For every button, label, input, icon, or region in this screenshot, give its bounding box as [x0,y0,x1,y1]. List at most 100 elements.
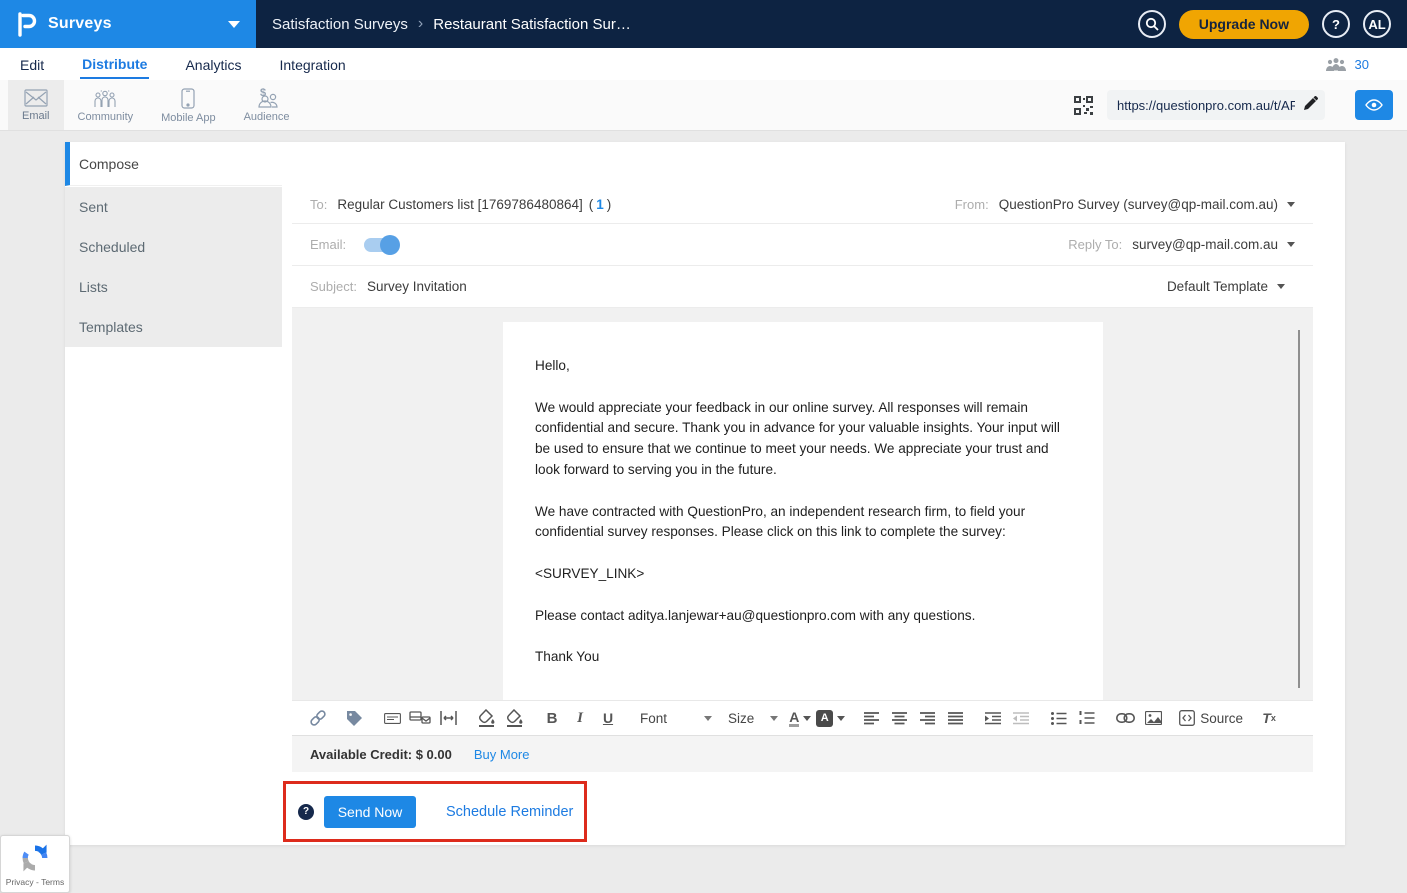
annotation-highlight-box: ? Send Now Schedule Reminder [283,781,587,842]
text-color-icon[interactable]: A [788,705,812,731]
breadcrumb-parent[interactable]: Satisfaction Surveys [272,16,408,33]
editor-scrollbar[interactable] [1298,330,1300,688]
recaptcha-icon [19,842,51,874]
sidebar-item-scheduled[interactable]: Scheduled [65,227,282,267]
schedule-reminder-link[interactable]: Schedule Reminder [446,804,573,820]
merge-tag-icon[interactable] [342,705,366,731]
top-navbar: Surveys Satisfaction Surveys › Restauran… [0,0,1407,48]
brand-label: Surveys [48,15,112,33]
insert-image-icon[interactable] [1141,705,1165,731]
insert-link-icon[interactable] [1113,705,1137,731]
indent-icon[interactable] [981,705,1005,731]
audience-icon: $ [254,88,280,108]
eye-icon [1365,99,1383,111]
breadcrumb-current: Restaurant Satisfaction Sur… [433,16,631,33]
tab-integration[interactable]: Integration [278,51,348,78]
channel-label: Audience [244,111,290,123]
size-label: Size [728,711,754,726]
sidebar-item-sent[interactable]: Sent [65,187,282,227]
email-body-content[interactable]: Hello, We would appreciate your feedback… [503,322,1103,700]
survey-url-input[interactable] [1107,90,1325,120]
to-count[interactable]: 1 [596,197,604,212]
respondents-summary[interactable]: 30 [1325,57,1389,72]
avatar[interactable]: AL [1363,10,1391,38]
edit-url-icon[interactable] [1302,96,1318,117]
subject-value[interactable]: Survey Invitation [367,279,467,294]
template-value: Default Template [1167,279,1268,294]
to-label: To: [310,197,327,212]
full-width-icon[interactable] [436,705,460,731]
caret-down-icon [1277,284,1285,289]
email-toggle-row: Email: Reply To: survey@qp-mail.com.au [292,224,1313,266]
editor-toolbar: B I U Font Size A A [292,700,1313,735]
reply-to-selector[interactable]: Reply To: survey@qp-mail.com.au [1068,237,1295,252]
caret-down-icon [1287,202,1295,207]
caret-down-icon [1287,242,1295,247]
upgrade-now-button[interactable]: Upgrade Now [1179,10,1309,39]
align-right-icon[interactable] [915,705,939,731]
body-paragraph: We have contracted with QuestionPro, an … [535,502,1071,544]
italic-icon[interactable]: I [568,705,592,731]
highlight-color-icon[interactable] [502,705,526,731]
survey-link-tools [1074,90,1407,120]
channel-email[interactable]: Email [8,80,64,130]
qr-code-button[interactable] [1074,96,1093,115]
buy-more-link[interactable]: Buy More [474,747,530,762]
survey-link-icon[interactable] [306,705,330,731]
channel-mobile-app[interactable]: Mobile App [147,80,229,130]
to-row: To: Regular Customers list [176978648086… [292,186,1313,224]
sidebar-item-lists[interactable]: Lists [65,267,282,307]
breadcrumb-separator: › [418,15,423,33]
bulleted-list-icon[interactable] [1047,705,1071,731]
fill-color-icon[interactable] [474,705,498,731]
sidebar-item-templates[interactable]: Templates [65,307,282,347]
outdent-icon[interactable] [1009,705,1033,731]
toggle-knob [380,235,400,255]
caret-down-icon [704,716,712,721]
channel-audience[interactable]: $ Audience [230,80,304,130]
template-selector[interactable]: Default Template [1167,279,1295,294]
respondent-count[interactable]: 30 [1355,57,1369,72]
reply-to-value: survey@qp-mail.com.au [1132,237,1278,252]
remove-format-icon[interactable]: Tx [1257,705,1281,731]
tab-edit[interactable]: Edit [18,51,46,78]
preview-button[interactable] [1355,90,1393,120]
email-footer-icon[interactable] [380,705,404,731]
send-now-button[interactable]: Send Now [324,796,416,828]
numbered-list-icon[interactable] [1075,705,1099,731]
subject-row: Subject: Survey Invitation Default Templ… [292,266,1313,308]
email-divider-icon[interactable] [408,705,432,731]
align-left-icon[interactable] [859,705,883,731]
bold-icon[interactable]: B [540,705,564,731]
from-selector[interactable]: From: QuestionPro Survey (survey@qp-mail… [955,197,1295,212]
font-label: Font [640,711,667,726]
body-paragraph: Hello, [535,356,1071,377]
body-paragraph: We would appreciate your feedback in our… [535,398,1071,481]
background-color-icon[interactable]: A [816,705,845,731]
email-distribution-panel: Compose Sent Scheduled Lists Templates T… [65,142,1345,845]
font-dropdown[interactable]: Font [640,711,712,726]
caret-down-icon [770,716,778,721]
channel-community[interactable]: Community [64,80,148,130]
tab-distribute[interactable]: Distribute [80,50,149,79]
source-icon[interactable]: Source [1179,705,1243,731]
recaptcha-badge[interactable]: Privacy - Terms [0,835,70,893]
send-help-icon[interactable]: ? [298,804,314,820]
recaptcha-privacy-terms[interactable]: Privacy - Terms [6,877,64,887]
channel-label: Email [22,110,50,122]
subject-label: Subject: [310,279,357,294]
chevron-down-icon [228,21,240,28]
product-switcher[interactable]: Surveys [0,0,256,48]
underline-icon[interactable]: U [596,705,620,731]
qr-code-icon [1074,96,1093,115]
help-button[interactable]: ? [1322,10,1350,38]
justify-icon[interactable] [943,705,967,731]
size-dropdown[interactable]: Size [728,711,778,726]
sidebar-item-compose[interactable]: Compose [65,142,282,186]
tab-analytics[interactable]: Analytics [183,51,243,78]
align-center-icon[interactable] [887,705,911,731]
search-button[interactable] [1138,10,1166,38]
to-value[interactable]: Regular Customers list [1769786480864] [337,197,582,212]
email-toggle[interactable] [364,238,398,252]
body-paragraph: <SURVEY_LINK> [535,564,1071,585]
